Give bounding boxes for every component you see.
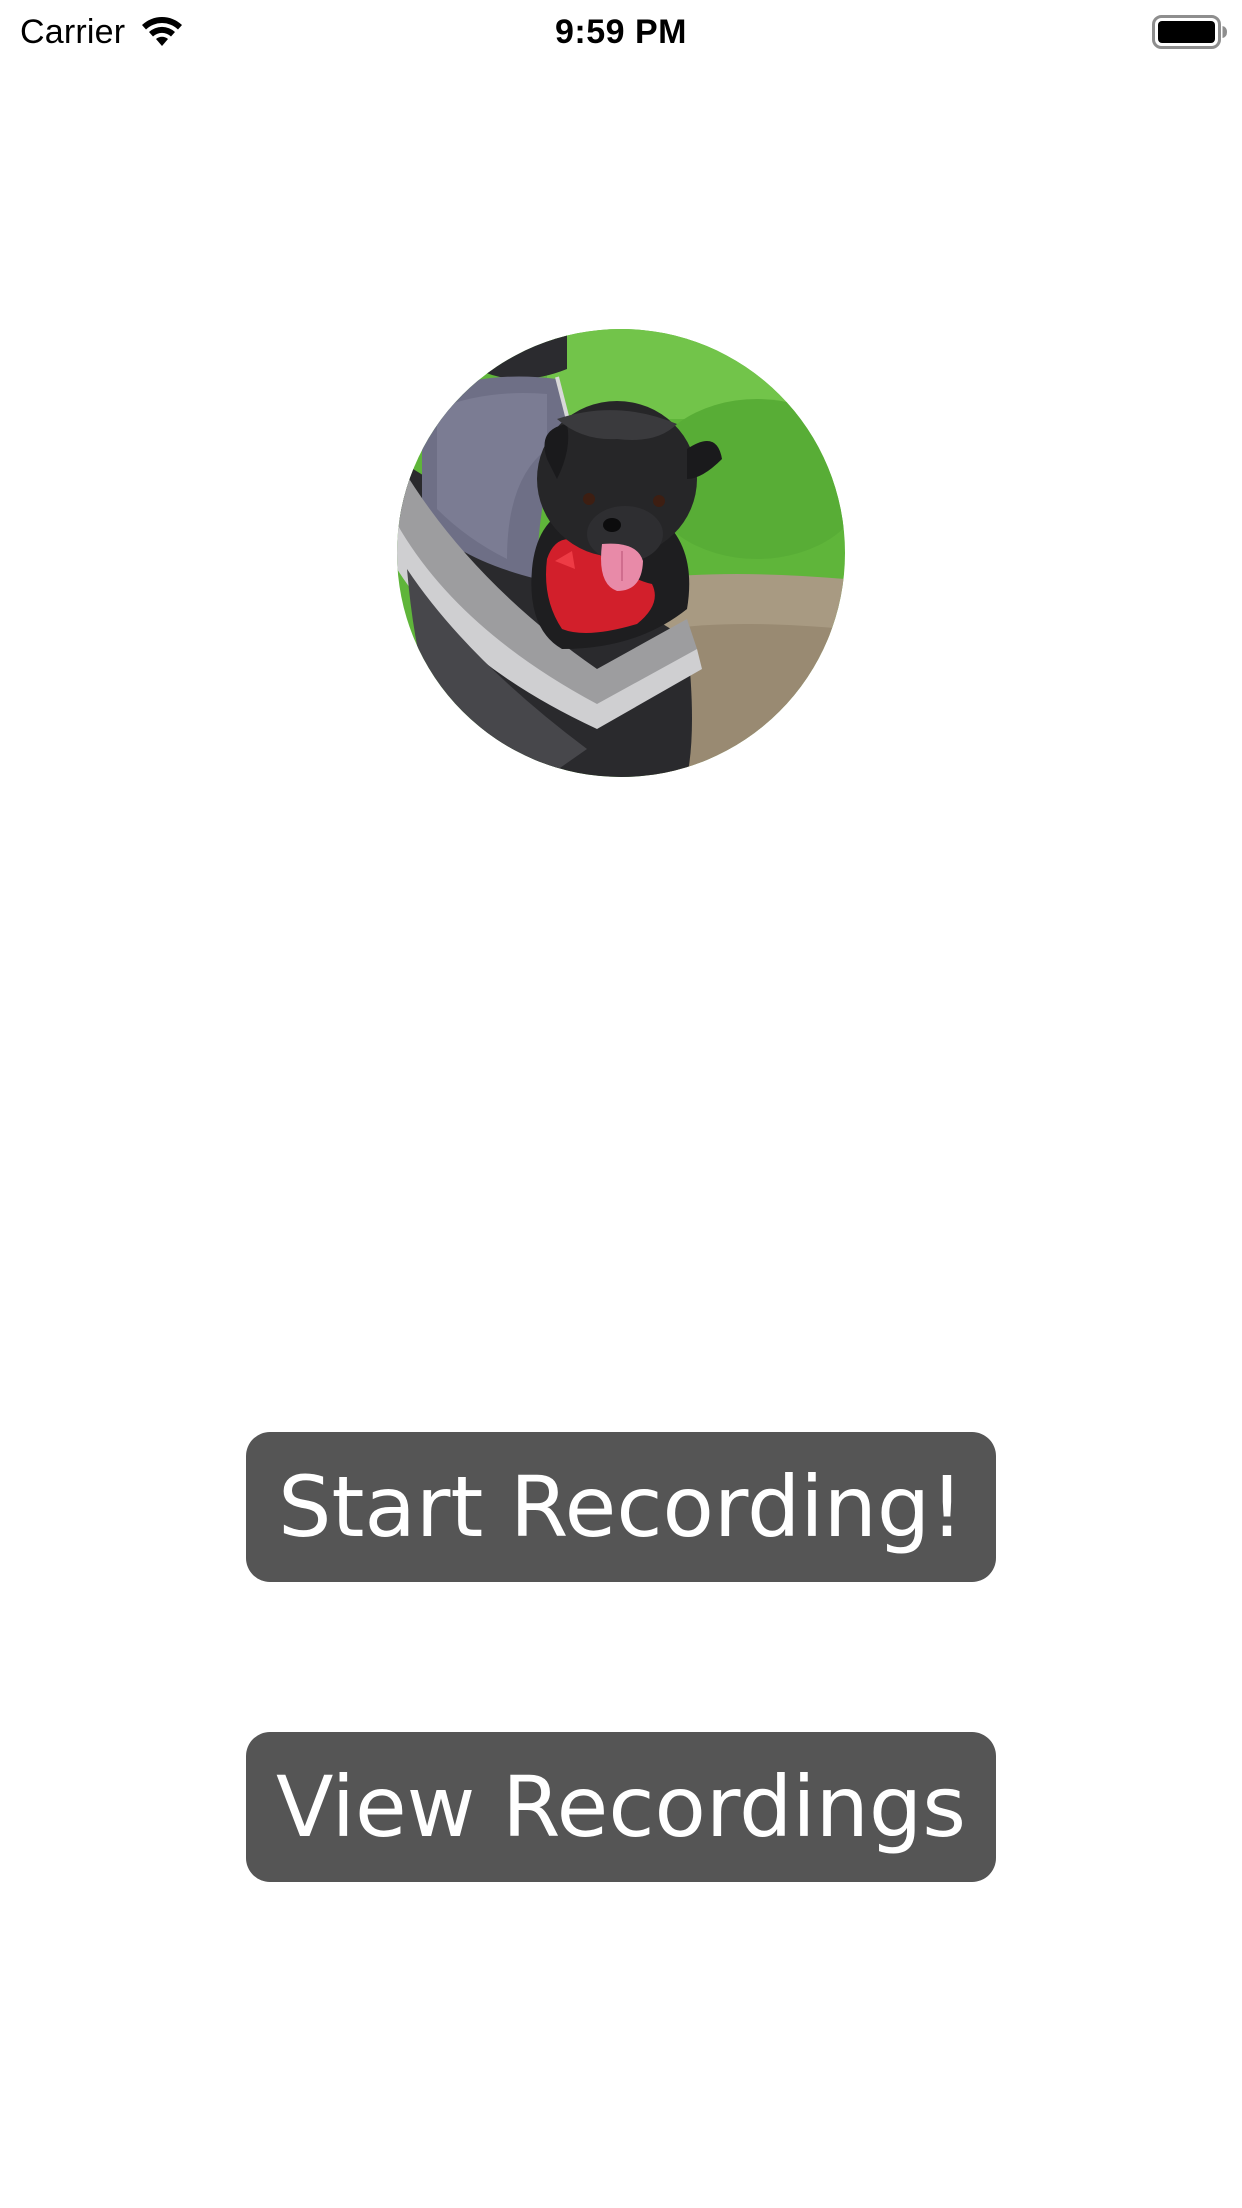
start-recording-button[interactable]: Start Recording! [246,1432,996,1582]
status-bar: Carrier 9:59 PM [0,0,1242,66]
status-time: 9:59 PM [555,13,687,51]
view-recordings-button[interactable]: View Recordings [246,1732,996,1882]
dog-photo [397,329,845,777]
battery-icon [1152,15,1227,49]
dog-photo-illustration [397,329,845,777]
